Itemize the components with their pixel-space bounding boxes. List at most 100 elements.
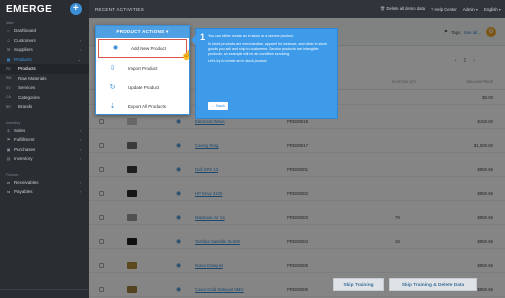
- training-tooltip: 1 You can either create an in stock or a…: [191, 28, 338, 119]
- tooltip-paragraph: In stock products are merchandise, appar…: [208, 41, 327, 56]
- dollar-icon: $: [7, 127, 10, 133]
- menu-item-label: Import Product: [128, 66, 158, 71]
- add-new-product-item[interactable]: ✹ Add New Product: [98, 39, 187, 58]
- sidebar-item-products[interactable]: ▦ Products ⌄: [0, 55, 89, 65]
- download-icon: ⇣: [109, 103, 116, 110]
- skip-training-button[interactable]: Skip Training: [333, 278, 384, 291]
- user-name: Admin: [462, 6, 475, 12]
- chevron-right-icon: ›: [79, 127, 81, 133]
- sidebar-item-sales[interactable]: $ Sales ›: [0, 126, 89, 136]
- sidebar-footer: [0, 289, 89, 298]
- box-icon: ▦: [6, 56, 11, 62]
- chevron-down-icon: ▾: [475, 6, 478, 12]
- tooltip-text: You can either create an in stock or a s…: [208, 34, 334, 67]
- sidebar-item-payables[interactable]: ⇆ Payables ›: [0, 187, 89, 197]
- subitem-label: Categories: [18, 94, 40, 100]
- chevron-right-icon: ›: [79, 37, 81, 43]
- nav-section-finance: Finance: [6, 172, 19, 177]
- cart-icon: ▣: [6, 146, 11, 152]
- subitem-abbr: CA: [6, 95, 11, 100]
- brand-logo[interactable]: EMERGE +: [0, 0, 89, 18]
- topbar-right: 🗑 Delete all demo data ? Help Center Adm…: [380, 0, 501, 18]
- sidebar-item-dashboard[interactable]: ⌂ Dashboard: [0, 26, 89, 36]
- skip-training-delete-data-button[interactable]: Skip Training & Delete Data: [389, 278, 477, 291]
- subitem-abbr: PD: [6, 66, 11, 71]
- pay-icon: ⇆: [6, 189, 11, 195]
- delete-demo-label: Delete all demo data: [386, 6, 425, 11]
- import-icon: ⇩: [109, 65, 116, 72]
- sidebar-item-inventory[interactable]: ▤ Inventory ›: [0, 154, 89, 164]
- language-label: English: [483, 6, 498, 12]
- menu-item-label: Add New Product: [131, 46, 167, 51]
- sidebar-item-label: Dashboard: [14, 28, 37, 34]
- sidebar-subitem-raw-materials[interactable]: RM Raw Materials: [0, 74, 89, 84]
- add-plus-icon[interactable]: +: [70, 3, 82, 15]
- user-menu[interactable]: Admin ▾: [463, 7, 478, 12]
- receive-icon: ⇄: [6, 179, 11, 185]
- chevron-down-icon: ⌄: [77, 56, 81, 62]
- export-all-products-item[interactable]: ⇣ Export All Products: [96, 97, 189, 116]
- sidebar-item-customers[interactable]: ☺ Customers ›: [0, 36, 89, 46]
- back-button[interactable]: ← Back: [208, 102, 228, 110]
- sidebar-item-receivables[interactable]: ⇄ Receivables ›: [0, 178, 89, 188]
- sidebar-item-label: Purchases: [14, 146, 36, 152]
- chevron-right-icon: ›: [79, 189, 81, 195]
- chevron-right-icon: ›: [79, 146, 81, 152]
- top-bar: RECENT ACTIVITIES 🗑 Delete all demo data…: [89, 0, 505, 18]
- sidebar-item-label: Sales: [14, 127, 26, 133]
- chevron-down-icon: ▾: [498, 6, 501, 12]
- flag-icon: ⚑: [6, 137, 11, 143]
- sidebar-item-label: Inventory: [14, 156, 33, 162]
- help-label: Help Center: [434, 6, 457, 12]
- import-product-item[interactable]: ⇩ Import Product: [96, 59, 189, 78]
- sidebar: EMERGE + Main ⌂ Dashboard ☺ Customers › …: [0, 0, 89, 298]
- sidebar-item-label: Fulfillment: [14, 137, 35, 143]
- subitem-label: Raw Materials: [18, 75, 47, 81]
- delete-demo-data-link[interactable]: 🗑 Delete all demo data: [380, 6, 425, 12]
- menu-item-label: Update Product: [128, 85, 160, 90]
- subitem-abbr: BR: [6, 104, 11, 109]
- help-center-link[interactable]: ? Help Center: [431, 7, 457, 12]
- sidebar-item-label: Customers: [14, 37, 36, 43]
- sidebar-item-suppliers[interactable]: ⚒ Suppliers ›: [0, 45, 89, 55]
- menu-item-label: Export All Products: [128, 104, 167, 109]
- subitem-label: Products: [18, 66, 36, 72]
- sidebar-item-purchases[interactable]: ▣ Purchases ›: [0, 145, 89, 155]
- update-product-item[interactable]: ↻ Update Product: [96, 78, 189, 97]
- sidebar-subitem-categories[interactable]: CA Categories: [0, 93, 89, 103]
- warehouse-icon: ▤: [6, 156, 11, 162]
- sidebar-item-label: Receivables: [14, 179, 39, 185]
- hand-cursor-icon: ☝: [181, 50, 193, 60]
- product-actions-button[interactable]: PRODUCT ACTIONS ▾: [96, 26, 189, 38]
- tooltip-arrow: [191, 35, 196, 45]
- chevron-right-icon: ›: [79, 156, 81, 162]
- nav-section-inventory: Inventory: [6, 120, 21, 125]
- sidebar-item-label: Payables: [14, 189, 33, 195]
- add-product-icon: ✹: [112, 45, 119, 52]
- step-number: 1: [200, 32, 206, 42]
- subitem-label: Brands: [18, 104, 33, 110]
- recent-activities-link[interactable]: RECENT ACTIVITIES: [95, 7, 144, 12]
- chevron-right-icon: ›: [79, 137, 81, 143]
- help-icon: ?: [430, 6, 434, 12]
- sidebar-subitem-products[interactable]: PD Products: [0, 64, 89, 74]
- subitem-label: Services: [18, 85, 36, 91]
- product-actions-menu: PRODUCT ACTIONS ▾ ✹ Add New Product ⇩ Im…: [95, 25, 190, 115]
- tooltip-paragraph: Let's try to create an in stock product: [208, 59, 267, 63]
- sidebar-subitem-brands[interactable]: BR Brands: [0, 102, 89, 112]
- user-icon: ☺: [6, 37, 11, 43]
- sidebar-item-fulfillment[interactable]: ⚑ Fulfillment ›: [0, 135, 89, 145]
- sidebar-item-label: Suppliers: [14, 47, 33, 53]
- subitem-abbr: SV: [6, 85, 11, 90]
- chevron-right-icon: ›: [79, 179, 81, 185]
- refresh-icon: ↻: [109, 84, 116, 91]
- tooltip-paragraph: You can either create an in stock or a s…: [208, 34, 294, 38]
- trash-icon: 🗑: [380, 6, 386, 11]
- sidebar-item-label: Products: [14, 56, 32, 62]
- nav-section-main: Main: [6, 21, 14, 25]
- language-selector[interactable]: English ▾: [484, 7, 501, 12]
- subitem-abbr: RM: [6, 76, 12, 81]
- home-icon: ⌂: [7, 28, 10, 34]
- brand-name: EMERGE: [6, 3, 53, 15]
- sidebar-subitem-services[interactable]: SV Services: [0, 83, 89, 93]
